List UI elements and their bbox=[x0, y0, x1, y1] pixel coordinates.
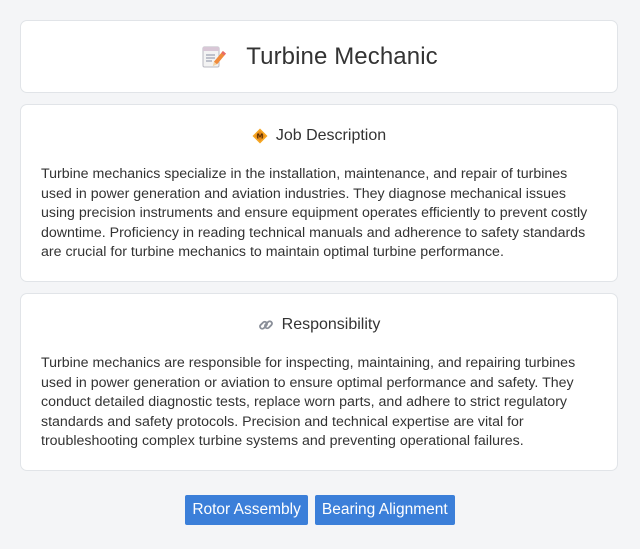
job-description-text: Turbine mechanics specialize in the inst… bbox=[41, 166, 588, 260]
responsibility-heading: Responsibility bbox=[21, 316, 617, 334]
responsibility-title: Responsibility bbox=[281, 316, 381, 333]
memo-pencil-icon bbox=[200, 44, 227, 70]
job-description-card: M Job Description Turbine mechanics spec… bbox=[20, 104, 618, 282]
tag-rotor-assembly[interactable]: Rotor Assembly bbox=[185, 495, 308, 525]
link-icon bbox=[258, 317, 274, 333]
title-card: Turbine Mechanic bbox=[20, 20, 618, 93]
page: Turbine Mechanic M Job Description Turbi… bbox=[0, 0, 640, 549]
responsibility-card: Responsibility Turbine mechanics are res… bbox=[20, 293, 618, 471]
responsibility-text: Turbine mechanics are responsible for in… bbox=[41, 355, 576, 449]
skill-tags: Rotor Assembly Bearing Alignment bbox=[0, 495, 640, 525]
diamond-badge-icon: M bbox=[252, 128, 268, 144]
job-description-heading: M Job Description bbox=[21, 127, 617, 145]
page-title: Turbine Mechanic bbox=[246, 42, 438, 70]
job-description-title: Job Description bbox=[275, 127, 387, 144]
tag-bearing-alignment[interactable]: Bearing Alignment bbox=[314, 495, 455, 525]
svg-text:M: M bbox=[256, 133, 263, 141]
